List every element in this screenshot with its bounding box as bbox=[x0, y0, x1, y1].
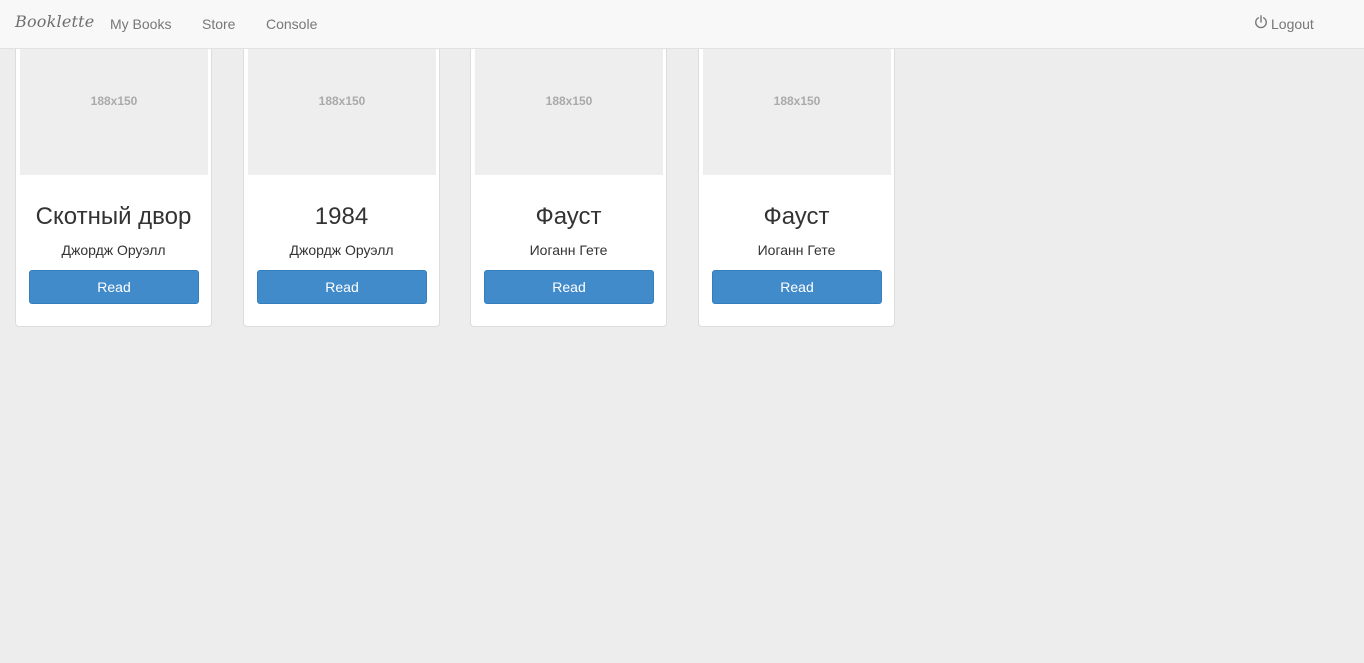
logout-button[interactable]: Logout bbox=[1254, 15, 1314, 32]
book-title: Фауст bbox=[535, 203, 602, 230]
read-button[interactable]: Read bbox=[484, 270, 654, 304]
read-button[interactable]: Read bbox=[257, 270, 427, 304]
book-cover-placeholder: 188x150 bbox=[703, 27, 891, 175]
book-card: 188x150 Скотный двор Джордж Оруэлл Read bbox=[15, 22, 212, 327]
book-author: Иоганн Гете bbox=[757, 242, 836, 258]
logout-label: Logout bbox=[1271, 15, 1314, 32]
book-author: Джордж Оруэлл bbox=[61, 242, 166, 258]
read-button[interactable]: Read bbox=[712, 270, 882, 304]
read-button[interactable]: Read bbox=[29, 270, 199, 304]
book-card: 188x150 Фауст Иоганн Гете Read bbox=[470, 22, 667, 327]
top-navbar: Booklette My Books Store Console Logout bbox=[0, 0, 1364, 49]
nav-my-books[interactable]: My Books bbox=[110, 16, 171, 32]
book-cover-placeholder: 188x150 bbox=[248, 27, 436, 175]
nav-store[interactable]: Store bbox=[202, 16, 235, 32]
book-title: 1984 bbox=[314, 203, 369, 230]
book-card: 188x150 1984 Джордж Оруэлл Read bbox=[243, 22, 440, 327]
book-card: 188x150 Фауст Иоганн Гете Read bbox=[698, 22, 895, 327]
brand-logo[interactable]: Booklette bbox=[15, 12, 94, 31]
book-author: Джордж Оруэлл bbox=[289, 242, 394, 258]
power-icon bbox=[1254, 15, 1271, 32]
book-cover-placeholder: 188x150 bbox=[475, 27, 663, 175]
nav-console[interactable]: Console bbox=[266, 16, 317, 32]
book-author: Иоганн Гете bbox=[529, 242, 608, 258]
book-title: Фауст bbox=[763, 203, 830, 230]
book-cover-placeholder: 188x150 bbox=[20, 27, 208, 175]
book-title: Скотный двор bbox=[35, 203, 192, 230]
